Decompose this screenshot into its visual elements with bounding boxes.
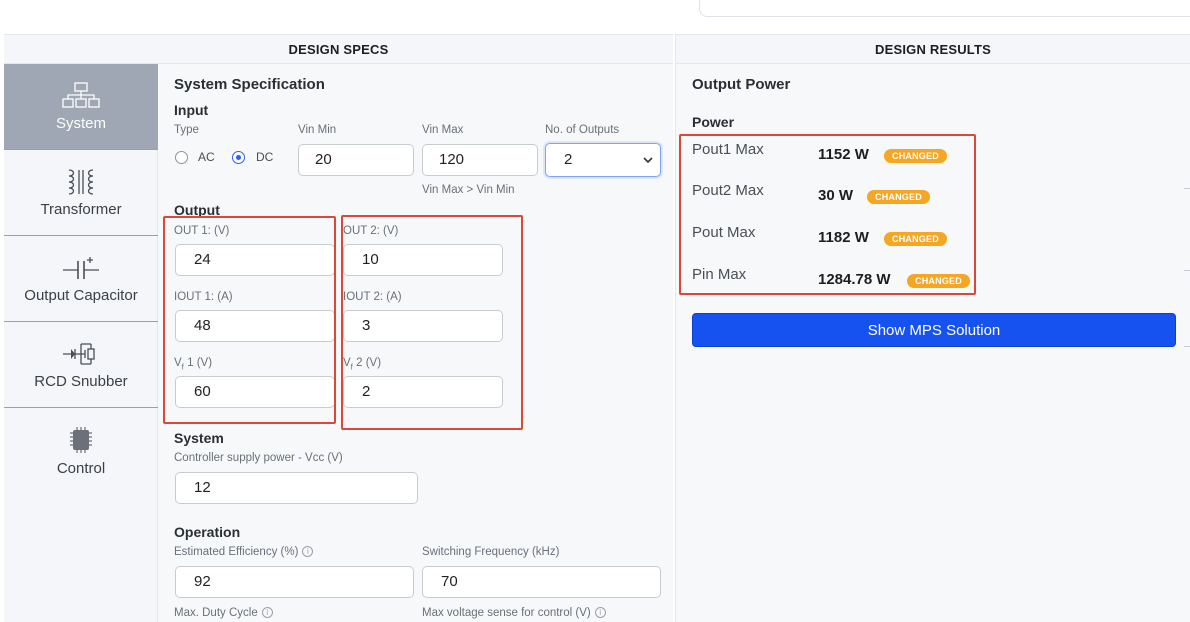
top-search-field[interactable] [699,0,1190,17]
input-heading: Input [174,102,209,118]
sidebar-item-transformer[interactable]: Transformer [4,150,158,236]
type-radio-ac-label: AC [198,150,215,164]
vin-hint: Vin Max > Vin Min [422,184,515,196]
design-specs-panel: System Specification Input Type AC DC Vi… [158,64,673,622]
type-radio-ac[interactable] [175,151,188,164]
highlight-box-out1 [163,216,336,424]
vin-min-label: Vin Min [298,124,337,136]
sidebar-item-output-capacitor[interactable]: Output Capacitor [4,236,158,322]
highlight-box-power [679,134,976,295]
sidebar-item-label: System [55,115,106,132]
scroll-tick [1184,188,1190,189]
vin-max-input[interactable]: 120 [422,144,538,176]
efficiency-label: Estimated Efficiency (%) i [174,546,314,558]
max-duty-cycle-label: Max. Duty Cycle i [174,607,273,619]
switching-frequency-input[interactable]: 70 [422,566,661,598]
sidebar-item-rcd-snubber[interactable]: RCD Snubber [4,322,158,408]
type-label: Type [174,124,199,136]
max-voltage-sense-label: Max voltage sense for control (V) i [422,607,606,619]
outputs-label: No. of Outputs [545,124,620,136]
top-strip [0,0,1190,34]
chevron-down-icon [643,157,653,164]
sidebar-item-label: Control [56,459,106,477]
sidebar-item-control[interactable]: Control [4,408,158,494]
sidebar-item-label: Transformer [40,201,122,218]
sidebar-item-label: RCD Snubber [34,373,128,390]
scroll-tick [1184,270,1190,271]
efficiency-input[interactable]: 92 [175,566,414,598]
info-icon[interactable]: i [302,546,314,558]
transformer-icon [61,167,101,197]
sidebar: System Transformer Output Capacitor RCD … [4,64,158,622]
highlight-box-out2 [341,215,523,430]
type-radio-dc-label: DC [256,150,274,164]
outputs-select-value: 2 [564,151,573,168]
vin-min-input[interactable]: 20 [298,144,414,176]
system-heading: System [174,430,224,446]
vin-max-label: Vin Max [422,124,464,136]
power-heading: Power [692,114,735,130]
section-title: System Specification [174,76,325,93]
sidebar-item-label: Output Capacitor [24,287,138,304]
operation-heading: Operation [174,524,241,540]
vcc-label: Controller supply power - Vcc (V) [174,452,343,464]
snubber-icon [61,339,101,369]
type-radio-dc[interactable] [232,151,245,164]
outputs-select[interactable]: 2 [545,143,661,177]
system-block-icon [61,81,101,111]
show-mps-solution-button[interactable]: Show MPS Solution [692,313,1176,347]
sidebar-item-system[interactable]: System [4,64,158,150]
design-results-panel: Output Power Power Pout1 Max 1152 W CHAN… [675,64,1190,622]
chip-icon [61,426,101,456]
scroll-tick [1184,346,1190,347]
switching-frequency-label: Switching Frequency (kHz) [422,546,560,558]
results-title: Output Power [692,76,791,93]
design-results-header: DESIGN RESULTS [675,34,1190,64]
vcc-input[interactable]: 12 [175,472,418,504]
design-specs-header: DESIGN SPECS [4,34,673,64]
info-icon[interactable]: i [261,607,273,619]
info-icon[interactable]: i [594,607,606,619]
capacitor-icon [61,253,101,283]
